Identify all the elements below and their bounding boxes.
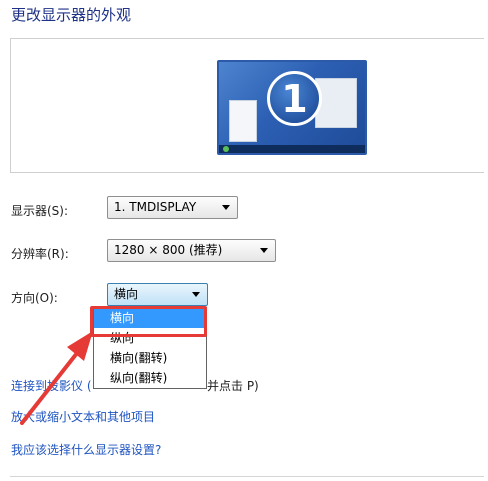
- resolution-label: 分辨率(R):: [11, 247, 69, 261]
- resolution-select[interactable]: 1280 × 800 (推荐): [107, 239, 276, 262]
- projector-shortcut-hint: 并点击 P): [207, 379, 259, 393]
- connect-projector-link[interactable]: 连接到投影仪 (: [11, 377, 92, 394]
- orientation-option-portrait-flipped[interactable]: 纵向(翻转): [94, 369, 206, 388]
- chevron-down-icon: [260, 248, 268, 253]
- orientation-label: 方向(O):: [11, 291, 58, 305]
- monitor-preview[interactable]: 1: [217, 60, 367, 155]
- resolution-select-value: 1280 × 800 (推荐): [114, 243, 223, 257]
- window-thumbnail-icon: [229, 100, 257, 142]
- display-preview-panel: 1: [10, 38, 484, 173]
- highlight-box: [90, 306, 207, 337]
- which-settings-link[interactable]: 我应该选择什么显示器设置?: [11, 441, 161, 458]
- enlarge-text-link[interactable]: 放大或缩小文本和其他项目: [11, 408, 155, 425]
- display-select[interactable]: 1. TMDISPLAY: [107, 196, 238, 219]
- taskbar-thumbnail: [219, 145, 365, 153]
- chevron-down-icon: [222, 205, 230, 210]
- display-number-badge: 1: [267, 71, 322, 126]
- page-title: 更改显示器的外观: [11, 6, 132, 24]
- display-label: 显示器(S):: [11, 204, 69, 218]
- start-orb-icon: [223, 146, 229, 152]
- chevron-down-icon: [192, 292, 200, 297]
- display-select-value: 1. TMDISPLAY: [114, 200, 197, 214]
- orientation-select[interactable]: 横向: [107, 283, 208, 306]
- bottom-divider: [10, 476, 484, 477]
- orientation-option-landscape-flipped[interactable]: 横向(翻转): [94, 349, 206, 368]
- orientation-select-value: 横向: [114, 287, 139, 301]
